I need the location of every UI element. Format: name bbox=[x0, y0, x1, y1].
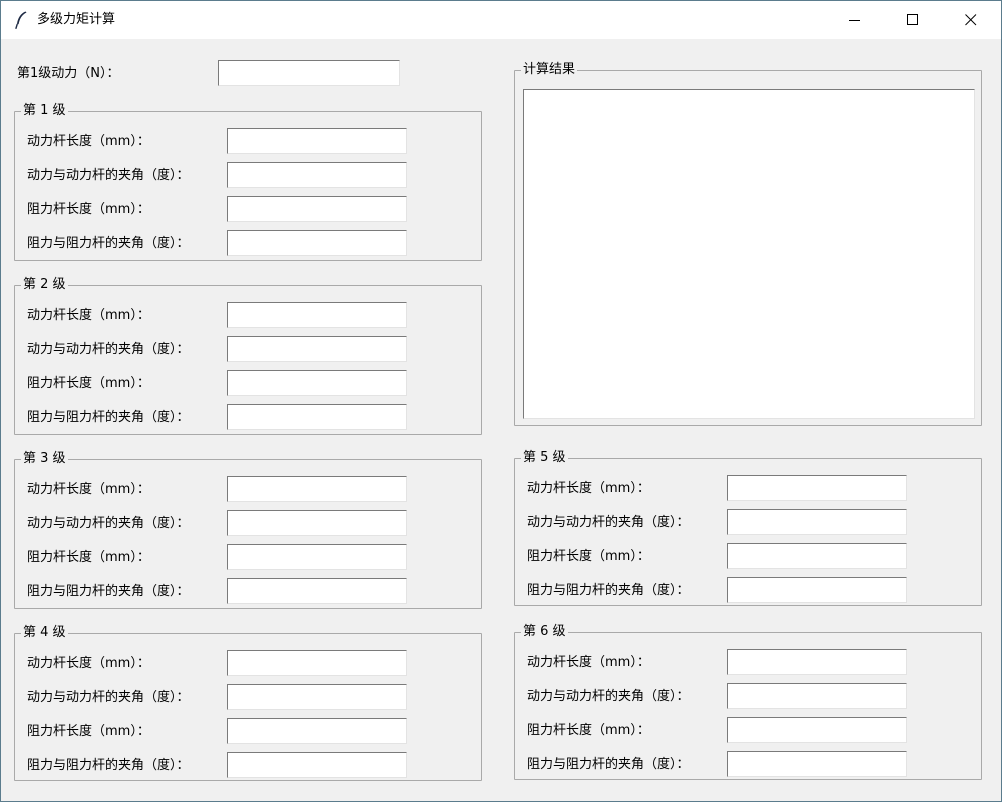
stage-3-resist-angle-input[interactable] bbox=[227, 578, 407, 604]
results-group: 计算结果 bbox=[514, 61, 982, 426]
stage-3-resist-angle-label: 阻力与阻力杆的夹角（度）： bbox=[27, 584, 190, 599]
stage-2-resist-arm-input[interactable] bbox=[227, 370, 407, 396]
stage-5-effort-arm-label: 动力杆长度（mm）： bbox=[527, 481, 650, 496]
stage-2-effort-angle-label: 动力与动力杆的夹角（度）： bbox=[27, 342, 190, 357]
stage-5-effort-arm-input[interactable] bbox=[727, 475, 907, 501]
stage-5-group: 第 5 级 动力杆长度（mm）： 动力与动力杆的夹角（度）： 阻力杆长度（mm）… bbox=[514, 449, 982, 606]
minimize-icon bbox=[849, 20, 860, 21]
window-title: 多级力矩计算 bbox=[37, 12, 116, 27]
stage-2-resist-arm-label: 阻力杆长度（mm）： bbox=[27, 376, 150, 391]
stage-6-resist-angle-input[interactable] bbox=[727, 751, 907, 777]
stage-5-resist-arm-input[interactable] bbox=[727, 543, 907, 569]
close-icon bbox=[965, 14, 977, 26]
results-title: 计算结果 bbox=[521, 61, 578, 79]
stage-1-effort-angle-label: 动力与动力杆的夹角（度）： bbox=[27, 168, 190, 183]
stage-2-effort-arm-input[interactable] bbox=[227, 302, 407, 328]
maximize-button[interactable] bbox=[884, 1, 942, 39]
stage-4-resist-arm-input[interactable] bbox=[227, 718, 407, 744]
close-button[interactable] bbox=[942, 1, 1000, 39]
stage-4-effort-angle-label: 动力与动力杆的夹角（度）： bbox=[27, 690, 190, 705]
app-window: 多级力矩计算 第1级动力（N）： 第 1 级 动力杆长度（mm）： 动力与动力杆… bbox=[0, 0, 1002, 802]
minimize-button[interactable] bbox=[826, 1, 884, 39]
stage-6-title: 第 6 级 bbox=[521, 623, 568, 641]
stage-2-group: 第 2 级 动力杆长度（mm）： 动力与动力杆的夹角（度）： 阻力杆长度（mm）… bbox=[14, 276, 482, 435]
stage-2-resist-angle-label: 阻力与阻力杆的夹角（度）： bbox=[27, 410, 190, 425]
stage-1-effort-arm-label: 动力杆长度（mm）： bbox=[27, 134, 150, 149]
stage-6-resist-arm-input[interactable] bbox=[727, 717, 907, 743]
stage-4-group: 第 4 级 动力杆长度（mm）： 动力与动力杆的夹角（度）： 阻力杆长度（mm）… bbox=[14, 624, 482, 781]
first-force-label: 第1级动力（N）： bbox=[17, 66, 120, 81]
stage-6-effort-arm-label: 动力杆长度（mm）： bbox=[527, 655, 650, 670]
stage-6-resist-arm-label: 阻力杆长度（mm）： bbox=[527, 723, 650, 738]
stage-5-resist-arm-label: 阻力杆长度（mm）： bbox=[527, 549, 650, 564]
stage-1-group: 第 1 级 动力杆长度（mm）： 动力与动力杆的夹角（度）： 阻力杆长度（mm）… bbox=[14, 102, 482, 261]
stage-4-effort-arm-input[interactable] bbox=[227, 650, 407, 676]
stage-3-effort-arm-label: 动力杆长度（mm）： bbox=[27, 482, 150, 497]
stage-3-effort-arm-input[interactable] bbox=[227, 476, 407, 502]
stage-1-effort-angle-input[interactable] bbox=[227, 162, 407, 188]
stage-6-effort-angle-label: 动力与动力杆的夹角（度）： bbox=[527, 689, 690, 704]
stage-4-effort-arm-label: 动力杆长度（mm）： bbox=[27, 656, 150, 671]
stage-1-resist-angle-label: 阻力与阻力杆的夹角（度）： bbox=[27, 236, 190, 251]
stage-3-resist-arm-label: 阻力杆长度（mm）： bbox=[27, 550, 150, 565]
stage-3-effort-angle-label: 动力与动力杆的夹角（度）： bbox=[27, 516, 190, 531]
feather-icon bbox=[15, 11, 27, 30]
stage-5-resist-angle-input[interactable] bbox=[727, 577, 907, 603]
stage-4-resist-arm-label: 阻力杆长度（mm）： bbox=[27, 724, 150, 739]
stage-3-group: 第 3 级 动力杆长度（mm）： 动力与动力杆的夹角（度）： 阻力杆长度（mm）… bbox=[14, 450, 482, 609]
stage-4-title: 第 4 级 bbox=[21, 624, 68, 642]
title-bar[interactable]: 多级力矩计算 bbox=[1, 1, 1001, 39]
stage-4-effort-angle-input[interactable] bbox=[227, 684, 407, 710]
stage-1-effort-arm-input[interactable] bbox=[227, 128, 407, 154]
stage-6-group: 第 6 级 动力杆长度（mm）： 动力与动力杆的夹角（度）： 阻力杆长度（mm）… bbox=[514, 623, 982, 780]
results-textbox[interactable] bbox=[523, 89, 975, 419]
stage-6-resist-angle-label: 阻力与阻力杆的夹角（度）： bbox=[527, 757, 690, 772]
stage-4-resist-angle-label: 阻力与阻力杆的夹角（度）： bbox=[27, 758, 190, 773]
stage-5-resist-angle-label: 阻力与阻力杆的夹角（度）： bbox=[527, 583, 690, 598]
stage-4-resist-angle-input[interactable] bbox=[227, 752, 407, 778]
stage-3-title: 第 3 级 bbox=[21, 450, 68, 468]
first-force-input[interactable] bbox=[218, 60, 400, 86]
stage-2-effort-arm-label: 动力杆长度（mm）： bbox=[27, 308, 150, 323]
stage-1-resist-arm-label: 阻力杆长度（mm）： bbox=[27, 202, 150, 217]
stage-1-resist-angle-input[interactable] bbox=[227, 230, 407, 256]
stage-5-title: 第 5 级 bbox=[521, 449, 568, 467]
stage-1-title: 第 1 级 bbox=[21, 102, 68, 120]
stage-6-effort-arm-input[interactable] bbox=[727, 649, 907, 675]
stage-2-resist-angle-input[interactable] bbox=[227, 404, 407, 430]
maximize-icon bbox=[907, 14, 918, 25]
stage-1-resist-arm-input[interactable] bbox=[227, 196, 407, 222]
stage-6-effort-angle-input[interactable] bbox=[727, 683, 907, 709]
stage-3-effort-angle-input[interactable] bbox=[227, 510, 407, 536]
stage-5-effort-angle-label: 动力与动力杆的夹角（度）： bbox=[527, 515, 690, 530]
stage-3-resist-arm-input[interactable] bbox=[227, 544, 407, 570]
stage-2-effort-angle-input[interactable] bbox=[227, 336, 407, 362]
stage-5-effort-angle-input[interactable] bbox=[727, 509, 907, 535]
stage-2-title: 第 2 级 bbox=[21, 276, 68, 294]
